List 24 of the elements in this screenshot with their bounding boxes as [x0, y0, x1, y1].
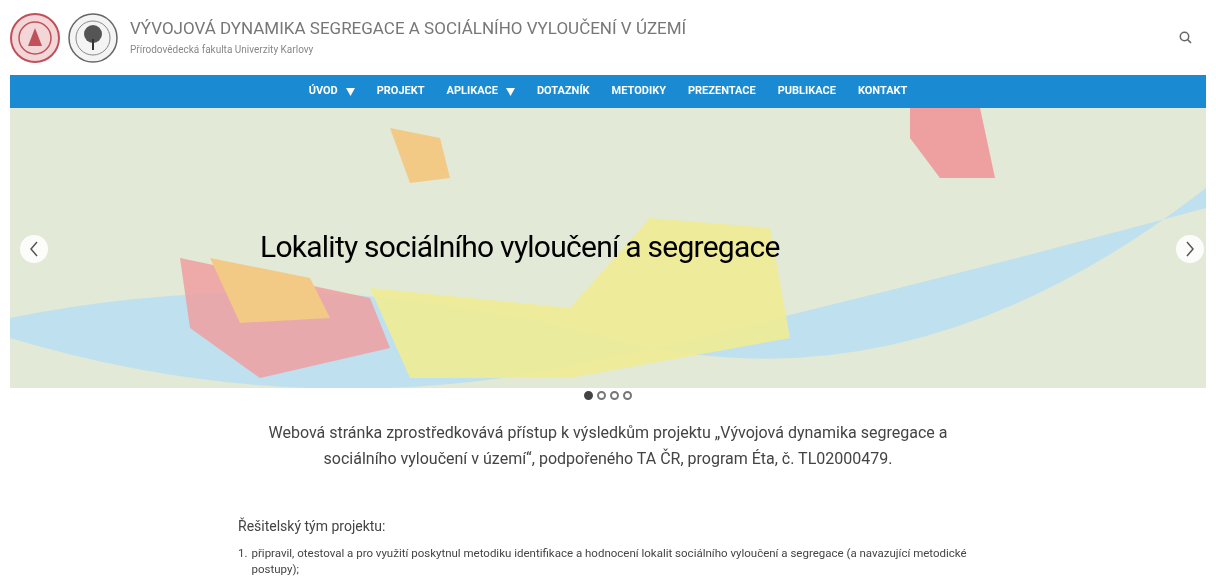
slide-caption: Lokality sociálního vyloučení a segregace — [260, 228, 780, 266]
slide-indicator[interactable] — [584, 391, 593, 400]
slide-indicator[interactable] — [597, 391, 606, 400]
chevron-right-icon — [1185, 241, 1195, 257]
nav-link[interactable]: DOTAZNÍK — [536, 83, 590, 100]
list-number: 1. — [238, 545, 248, 562]
slide-indicator[interactable] — [610, 391, 619, 400]
slide-indicator[interactable] — [623, 391, 632, 400]
search-icon[interactable] — [1179, 31, 1192, 44]
nav-link[interactable]: METODIKY — [611, 83, 666, 100]
nav-link[interactable]: APLIKACE — [446, 83, 515, 100]
intro-paragraph: Webová stránka zprostředkovává přístup k výsledkům projektu „Vývojová dynamika segregace a sociálního vyloučení v území“, podpořeného TA ČR, program Éta, č. TL02000479. — [267, 422, 949, 470]
nav-link[interactable]: ÚVOD — [308, 83, 355, 100]
site-title: VÝVOJOVÁ DYNAMIKA SEGREGACE A SOCIÁLNÍHO VYLOUČENÍ V ÚZEMÍ — [130, 17, 687, 40]
nav-link[interactable]: PREZENTACE — [687, 83, 756, 100]
nav-link[interactable]: PROJEKT — [376, 83, 425, 100]
seal-logo — [10, 12, 60, 63]
nav-link[interactable]: PUBLIKACE — [777, 83, 836, 100]
site-subtitle: Přírodovědecká fakulta Univerzity Karlovy — [130, 43, 315, 58]
nav-link[interactable]: KONTAKT — [857, 83, 908, 100]
list-item-text: připravil, otestoval a pro využití poskytnul metodiku identifikace a hodnocení lokalit sociálního vyloučení a segregace (a navazující metodické postupy); — [251, 545, 968, 576]
team-heading: Řešitelský tým projektu: — [238, 516, 387, 536]
chevron-left-icon — [29, 241, 39, 257]
tree-logo — [68, 12, 118, 63]
